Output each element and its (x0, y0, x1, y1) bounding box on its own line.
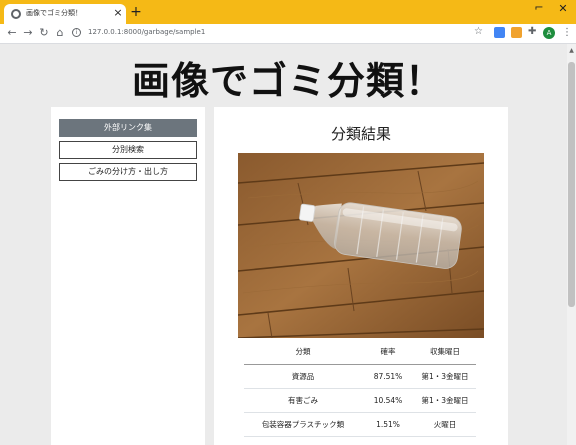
tab-title: 画像でゴミ分類！ (26, 9, 82, 17)
results-table: 分類 確率 収集曜日 資源品 87.51% 第1・3金曜日 有害ごみ 10.54… (244, 340, 476, 437)
sidebar-item-links[interactable]: 外部リンク集 (59, 119, 197, 137)
cell-probability: 1.51% (362, 412, 414, 437)
uploaded-photo (238, 153, 484, 338)
sidebar-item-search[interactable]: 分別検索 (59, 141, 197, 159)
vertical-scrollbar[interactable]: ▲ (567, 44, 576, 445)
result-heading: 分類結果 (330, 125, 391, 143)
minimize-icon[interactable]: ⌐ (532, 2, 546, 15)
new-tab-button[interactable]: + (129, 4, 143, 20)
page-title: 画像でゴミ分類！ (131, 59, 444, 103)
header-probability: 確率 (362, 340, 414, 365)
browser-tab[interactable]: 画像でゴミ分類！ × (4, 4, 126, 24)
table-row: 資源品 87.51% 第1・3金曜日 (244, 364, 476, 389)
sidebar: 外部リンク集 分別検索 ごみの分け方・出し方 (51, 107, 205, 445)
forward-arrow-icon[interactable]: → (21, 26, 35, 40)
page-content: 画像でゴミ分類！ 外部リンク集 分別検索 ごみの分け方・出し方 分類結果 分類 … (0, 44, 567, 445)
cell-collection-day: 第1・3金曜日 (414, 364, 476, 389)
cell-probability: 87.51% (362, 364, 414, 389)
profile-avatar[interactable]: A (543, 27, 555, 39)
cell-category: 資源品 (244, 364, 362, 389)
sidebar-item-disposal-guide[interactable]: ごみの分け方・出し方 (59, 163, 197, 181)
back-arrow-icon[interactable]: ← (5, 26, 19, 40)
table-header-row: 分類 確率 収集曜日 (244, 340, 476, 365)
cell-category: 包装容器プラスチック類 (244, 412, 362, 437)
extension-icon[interactable] (511, 27, 522, 38)
table-row: 有害ごみ 10.54% 第1・3金曜日 (244, 388, 476, 413)
info-icon[interactable]: i (72, 28, 81, 37)
result-card: 分類結果 分類 確率 収集曜日 資源品 87.51% 第1・3金曜日 有害ごみ … (214, 107, 508, 445)
globe-icon (11, 9, 21, 19)
cell-collection-day: 火曜日 (414, 412, 476, 437)
bookmark-star-icon[interactable]: ☆ (474, 26, 483, 37)
browser-toolbar: ← → ↻ ⌂ i 127.0.0.1:8000/garbage/sample1… (0, 24, 576, 44)
browser-tab-bar: 画像でゴミ分類！ × + ⌐ ✕ (0, 0, 576, 24)
cell-category: 有害ごみ (244, 388, 362, 413)
table-row: 包装容器プラスチック類 1.51% 火曜日 (244, 412, 476, 437)
menu-dots-icon[interactable]: ⋮ (562, 26, 572, 40)
cell-probability: 10.54% (362, 388, 414, 413)
header-category: 分類 (244, 340, 362, 365)
header-collection-day: 収集曜日 (414, 340, 476, 365)
scroll-up-arrow-icon[interactable]: ▲ (568, 47, 575, 55)
url-text[interactable]: 127.0.0.1:8000/garbage/sample1 (88, 28, 205, 36)
reload-icon[interactable]: ↻ (37, 26, 51, 40)
close-icon[interactable]: × (112, 6, 124, 20)
extensions-puzzle-icon[interactable]: ✚ (528, 26, 536, 37)
scrollbar-thumb[interactable] (568, 62, 575, 307)
home-icon[interactable]: ⌂ (53, 26, 67, 40)
window-close-icon[interactable]: ✕ (556, 2, 570, 16)
translate-extension-icon[interactable] (494, 27, 505, 38)
address-bar[interactable]: i 127.0.0.1:8000/garbage/sample1 ☆ (72, 26, 484, 41)
cell-collection-day: 第1・3金曜日 (414, 388, 476, 413)
